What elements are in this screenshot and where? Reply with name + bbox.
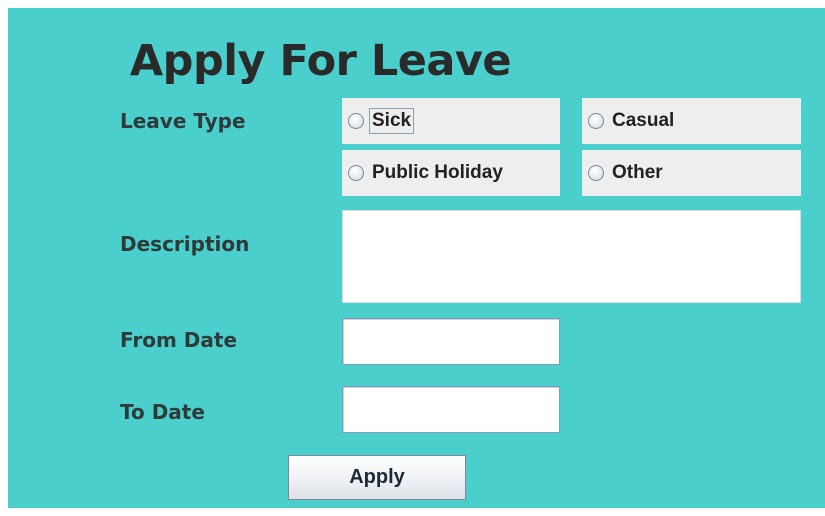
from-date-input[interactable] <box>342 318 560 365</box>
radio-other[interactable]: Other <box>582 150 801 196</box>
radio-circle-icon[interactable] <box>588 113 604 129</box>
to-date-label: To Date <box>120 400 205 424</box>
radio-public-holiday-label: Public Holiday <box>372 162 503 183</box>
radio-casual-label: Casual <box>612 110 675 131</box>
description-label: Description <box>120 232 250 256</box>
leave-type-label: Leave Type <box>120 109 246 133</box>
from-date-label: From Date <box>120 328 238 352</box>
leave-form-panel: Apply For Leave Leave Type Sick Casual P… <box>8 8 825 508</box>
to-date-input[interactable] <box>342 386 560 433</box>
radio-sick[interactable]: Sick <box>342 98 560 144</box>
page-title: Apply For Leave <box>129 36 512 86</box>
radio-sick-label: Sick <box>369 108 415 134</box>
radio-public-holiday[interactable]: Public Holiday <box>342 150 560 196</box>
radio-circle-icon[interactable] <box>348 165 364 181</box>
radio-circle-icon[interactable] <box>588 165 604 181</box>
description-textarea[interactable] <box>342 210 801 303</box>
radio-circle-icon[interactable] <box>348 113 364 129</box>
radio-other-label: Other <box>612 162 663 183</box>
apply-button[interactable]: Apply <box>288 455 466 500</box>
radio-casual[interactable]: Casual <box>582 98 801 144</box>
